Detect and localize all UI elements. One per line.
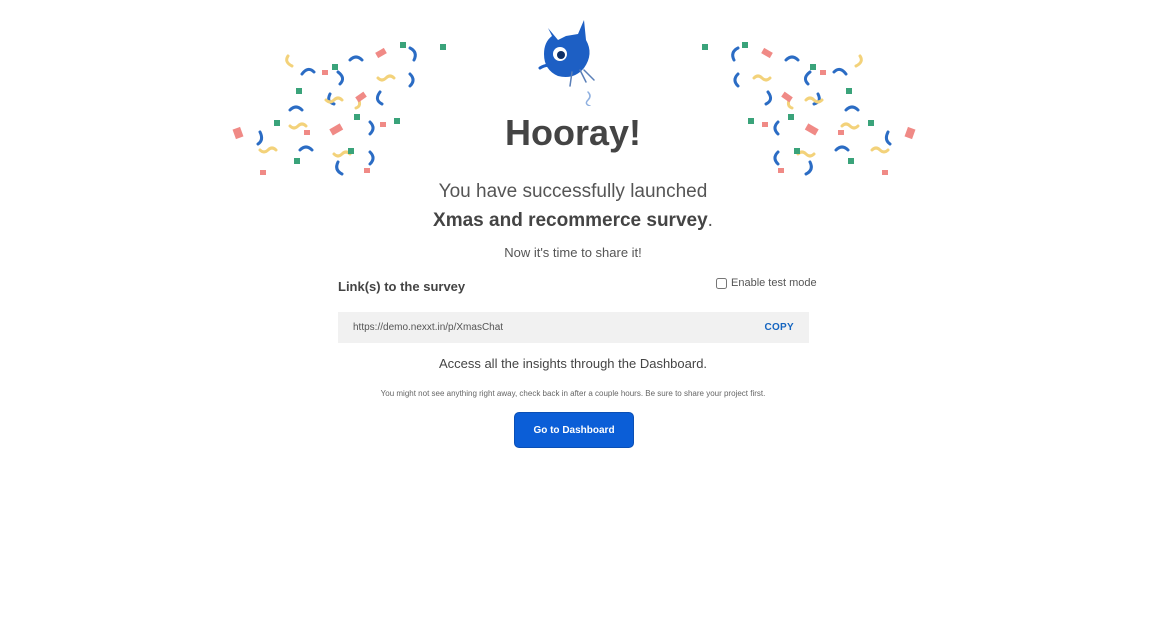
- share-prompt: Now it's time to share it!: [504, 245, 642, 260]
- survey-name-period: .: [707, 210, 713, 231]
- test-mode-checkbox[interactable]: [716, 277, 727, 289]
- dashboard-hint-text: You might not see anything right away, c…: [380, 389, 766, 398]
- confetti-left-icon: [232, 42, 446, 176]
- survey-links-label: Link(s) to the survey: [338, 279, 466, 294]
- go-to-dashboard-button[interactable]: Go to Dashboard: [514, 412, 634, 448]
- survey-link-url[interactable]: https://demo.nexxt.in/p/XmasChat: [353, 322, 503, 333]
- page-title: Hooray!: [504, 112, 642, 153]
- survey-link-box: https://demo.nexxt.in/p/XmasChat COPY: [338, 312, 809, 343]
- launch-message: You have successfully launched Xmas and …: [0, 177, 1146, 235]
- test-mode-toggle[interactable]: Enable test mode: [716, 277, 817, 289]
- confetti-right-icon: [702, 42, 916, 176]
- survey-name: Xmas and recommerce survey: [433, 210, 708, 231]
- test-mode-label: Enable test mode: [731, 277, 817, 289]
- dashboard-insights-text: Access all the insights through the Dash…: [438, 356, 708, 371]
- launch-message-line: You have successfully launched: [438, 181, 708, 202]
- copy-link-button[interactable]: COPY: [764, 322, 794, 333]
- survey-name-line: Xmas and recommerce survey.: [0, 206, 1146, 235]
- blue-bird-mascot-icon: [538, 20, 595, 106]
